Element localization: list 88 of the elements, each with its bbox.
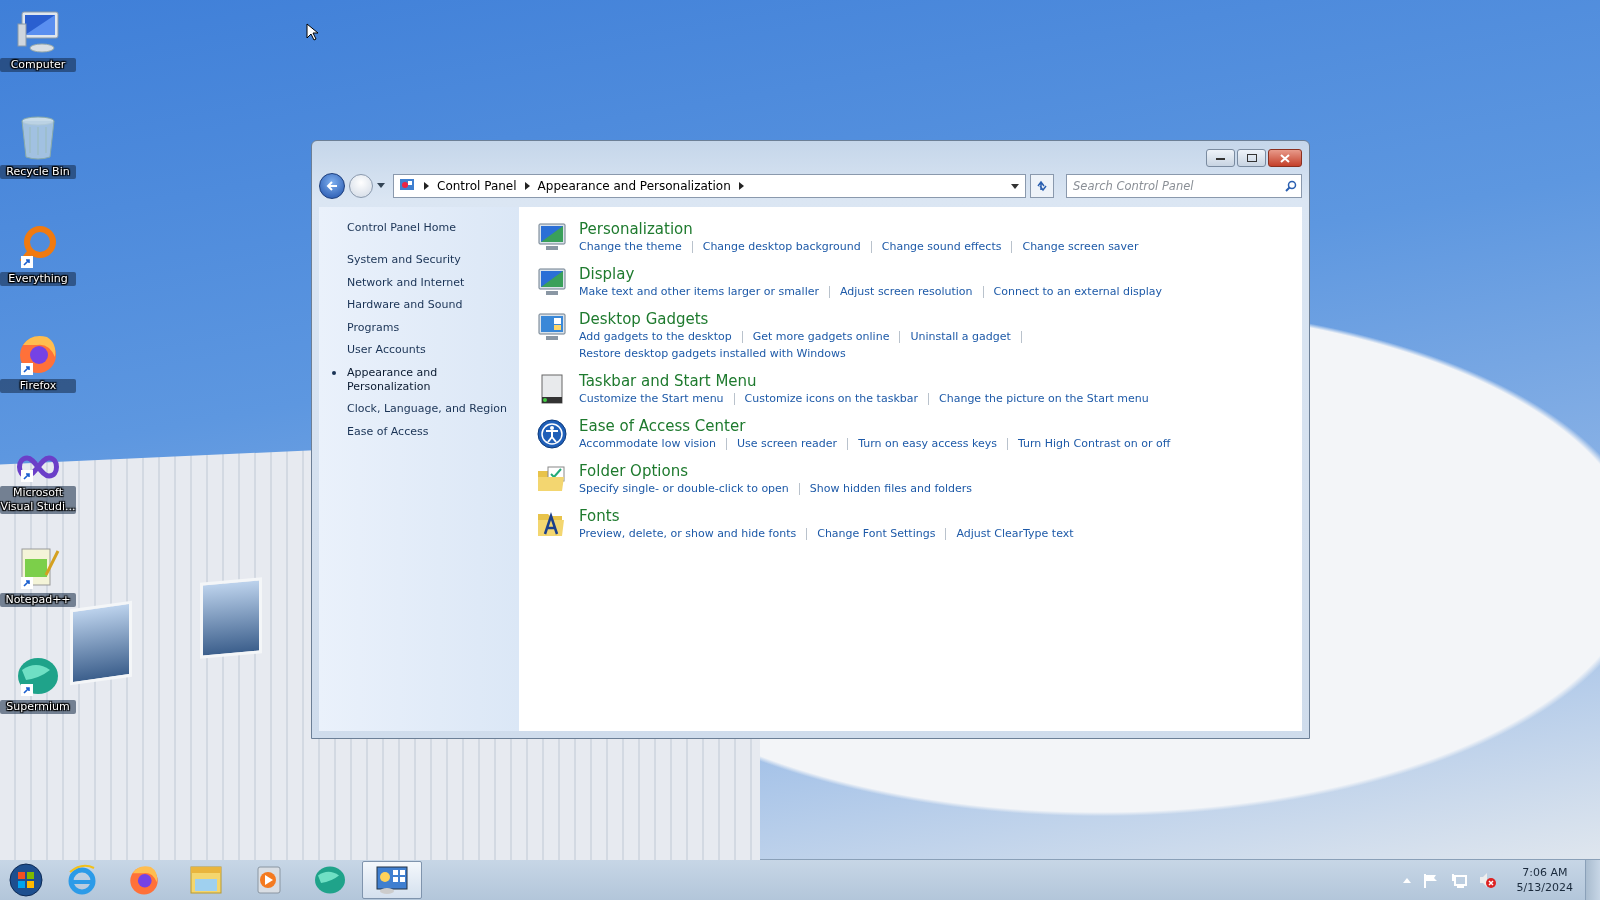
sidebar-link[interactable]: User Accounts xyxy=(319,343,519,357)
gadget-monitor-icon xyxy=(536,311,568,343)
address-bar[interactable]: Control Panel Appearance and Personalization xyxy=(393,174,1026,198)
task-link[interactable]: Change the picture on the Start menu xyxy=(939,390,1149,407)
task-link[interactable]: Get more gadgets online xyxy=(752,328,890,345)
refresh-arrows-icon xyxy=(1036,180,1048,192)
category-link[interactable]: Desktop Gadgets xyxy=(579,310,709,328)
desktop-icon-label[interactable]: Firefox xyxy=(0,379,76,393)
back-arrow-icon xyxy=(326,181,338,191)
category-link[interactable]: Display xyxy=(579,265,635,283)
task-link[interactable]: Make text and other items larger or smaller xyxy=(579,283,819,300)
task-link[interactable]: Change Font Settings xyxy=(817,525,936,542)
computer-icon xyxy=(14,10,62,54)
close-button[interactable] xyxy=(1268,149,1302,167)
task-link[interactable]: Change screen saver xyxy=(1022,238,1139,255)
task-link[interactable]: Turn High Contrast on or off xyxy=(1017,435,1171,452)
maximize-button[interactable] xyxy=(1237,149,1266,167)
task-link[interactable]: Change the theme xyxy=(579,238,682,255)
task-link[interactable]: Change desktop background xyxy=(702,238,861,255)
category-link[interactable]: Taskbar and Start Menu xyxy=(579,372,757,390)
minimize-button[interactable] xyxy=(1206,149,1235,167)
sidebar-link[interactable]: Ease of Access xyxy=(319,424,519,439)
sidebar-link[interactable]: Programs xyxy=(319,320,519,335)
task-link[interactable]: Specify single- or double-click to open xyxy=(579,480,789,497)
breadcrumb-link[interactable]: Appearance and Personalization xyxy=(537,179,731,193)
taskbar-button[interactable] xyxy=(362,861,422,899)
maximize-icon xyxy=(1246,154,1257,162)
sidebar-link[interactable]: Hardware and Sound xyxy=(319,298,519,312)
category-link[interactable]: Fonts xyxy=(579,507,620,525)
start-button[interactable] xyxy=(6,860,46,900)
category-link[interactable]: Personalization xyxy=(579,220,693,238)
windows-orb-icon xyxy=(9,863,43,897)
desktop-icon-label[interactable]: Everything xyxy=(0,272,76,286)
task-link[interactable]: Turn on easy access keys xyxy=(858,435,997,452)
task-link[interactable]: Restore desktop gadgets installed with Windows xyxy=(579,345,846,362)
sidebar-link[interactable]: Clock, Language, and Region xyxy=(319,402,519,416)
monitor-icon xyxy=(536,266,568,298)
desktop-icon-label[interactable]: Computer xyxy=(0,58,76,72)
breadcrumb-arrow-icon[interactable] xyxy=(524,182,530,190)
back-button[interactable] xyxy=(319,173,345,199)
task-link[interactable]: Change sound effects xyxy=(881,238,1002,255)
clock-time[interactable]: 7:06 AM xyxy=(1522,865,1568,880)
refresh-button[interactable] xyxy=(1030,174,1054,198)
task-link[interactable]: Connect to an external display xyxy=(993,283,1163,300)
dropdown-caret-icon[interactable] xyxy=(377,183,385,189)
task-link[interactable]: Preview, delete, or show and hide fonts xyxy=(579,525,797,542)
recycle-bin-icon xyxy=(18,115,58,161)
dropdown-caret-icon[interactable] xyxy=(1011,183,1019,189)
search-icon xyxy=(1285,180,1297,192)
accessibility-icon xyxy=(536,418,568,450)
control-panel-icon xyxy=(375,865,409,895)
task-link[interactable]: Customize icons on the taskbar xyxy=(744,390,918,407)
task-link[interactable]: Adjust ClearType text xyxy=(956,525,1074,542)
close-icon xyxy=(1280,153,1290,163)
sidebar-link[interactable]: Control Panel Home xyxy=(319,221,519,235)
sidebar-link[interactable]: Network and Internet xyxy=(319,275,519,290)
fox-globe-icon xyxy=(128,864,160,896)
task-link[interactable]: Customize the Start menu xyxy=(579,390,724,407)
breadcrumb-link[interactable]: Control Panel xyxy=(437,179,517,193)
folder-window-icon xyxy=(189,865,223,895)
sidebar-link[interactable]: Appearance and Personalization xyxy=(319,365,519,394)
task-link[interactable]: Show hidden files and folders xyxy=(809,480,973,497)
category-link[interactable]: Ease of Access Center xyxy=(579,417,746,435)
play-icon xyxy=(254,865,282,895)
browser-e-icon xyxy=(66,864,98,896)
control-panel-icon xyxy=(400,179,416,193)
task-link[interactable]: Accommodate low vision xyxy=(579,435,716,452)
desktop-icon-label[interactable]: Notepad++ xyxy=(0,593,76,607)
clock-date[interactable]: 5/13/2024 xyxy=(1516,880,1573,895)
monitor-icon xyxy=(536,221,568,253)
desktop-icon-label[interactable]: Recycle Bin xyxy=(0,165,76,179)
mouse-pointer-icon xyxy=(306,23,318,41)
task-link[interactable]: Use screen reader xyxy=(736,435,838,452)
breadcrumb-arrow-icon[interactable] xyxy=(424,182,429,190)
task-link[interactable]: Adjust screen resolution xyxy=(840,283,973,300)
minimize-icon xyxy=(1216,156,1225,160)
desktop-icon-label[interactable]: Supermium xyxy=(0,700,76,714)
sphere-icon xyxy=(16,656,60,696)
sphere-icon xyxy=(313,865,347,895)
task-link[interactable]: Uninstall a gadget xyxy=(910,328,1011,345)
sidebar-link[interactable]: System and Security xyxy=(319,253,519,267)
search-field[interactable]: Search Control Panel xyxy=(1066,174,1302,198)
desktop-icon-label[interactable]: Microsoft Visual Studi... xyxy=(0,486,76,514)
fox-globe-icon xyxy=(17,333,59,375)
speaker-muted-icon[interactable] xyxy=(1478,872,1497,888)
category-link[interactable]: Folder Options xyxy=(579,462,688,480)
task-link[interactable]: Add gadgets to the desktop xyxy=(579,328,732,345)
breadcrumb-arrow-icon[interactable] xyxy=(738,182,744,190)
